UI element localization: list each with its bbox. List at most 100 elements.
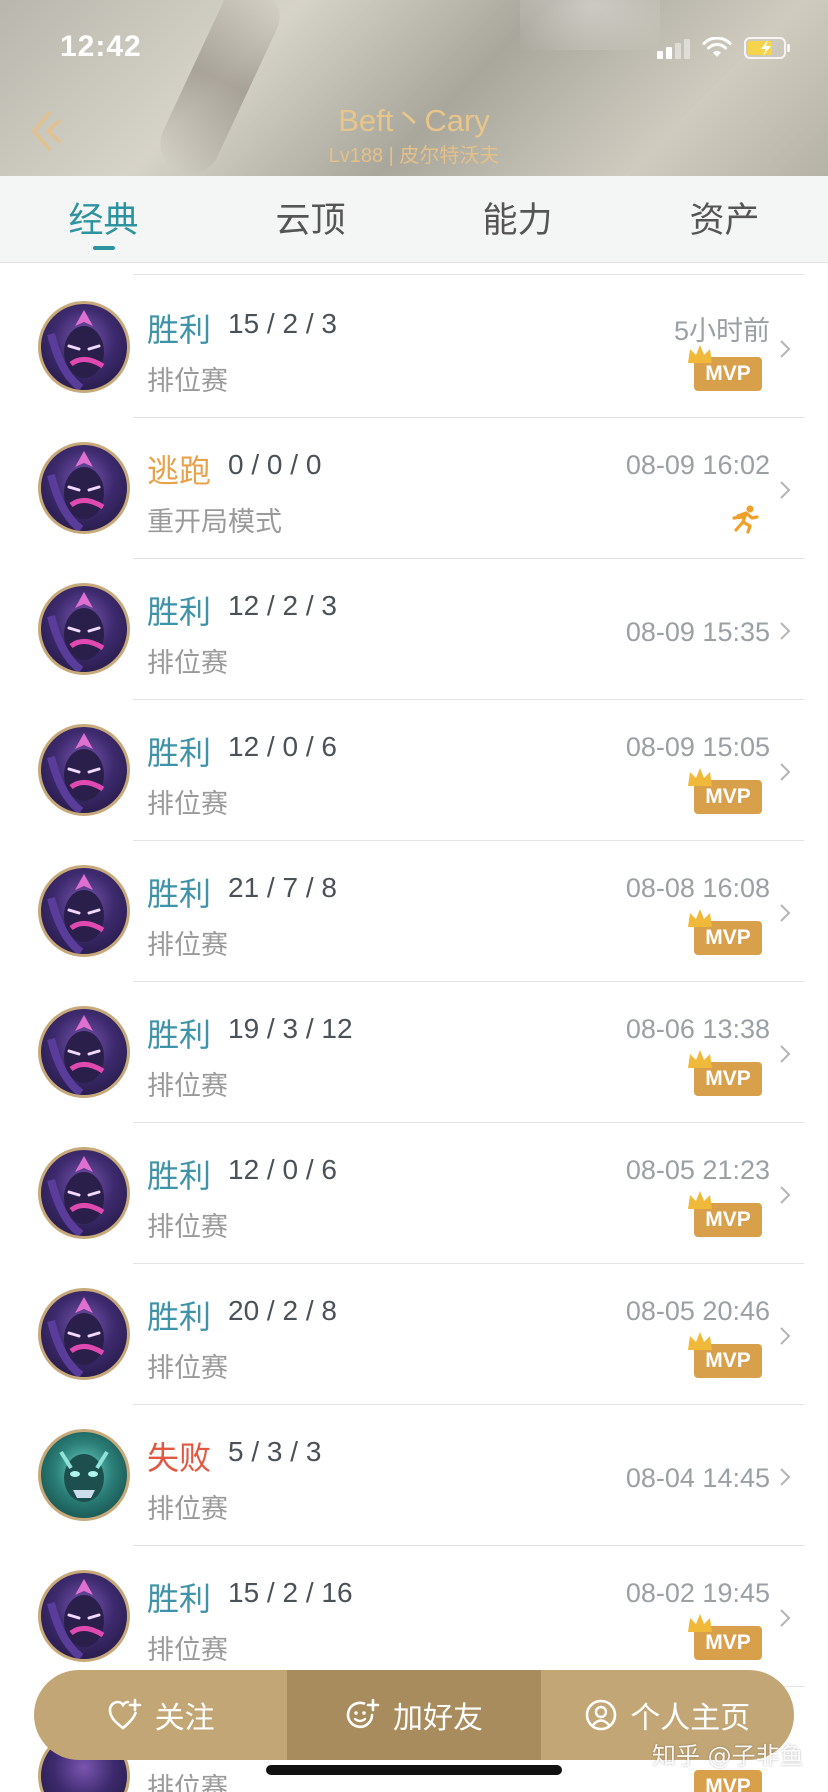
match-time: 08-05 21:23 [625, 1155, 770, 1185]
chevron-right-icon [780, 340, 791, 358]
match-row[interactable]: 逃跑 0 / 0 / 0 重开局模式 08-09 16:02 [0, 418, 828, 559]
add-friend-label: 加好友 [392, 1701, 483, 1736]
match-mode: 排位赛 [147, 648, 228, 679]
match-result: 胜利 [147, 311, 212, 349]
match-time: 08-02 19:45 [625, 1578, 770, 1608]
match-result: 胜利 [147, 1016, 212, 1054]
match-time: 08-05 20:46 [625, 1296, 770, 1326]
match-kda: 15 / 2 / 3 [228, 308, 337, 339]
match-time: 08-04 14:45 [625, 1463, 770, 1493]
cellular-signal-icon [657, 37, 690, 59]
chevron-right-icon [780, 1327, 791, 1345]
champion-avatar [38, 1147, 130, 1239]
active-tab-indicator [92, 246, 115, 250]
match-kda: 21 / 7 / 8 [228, 872, 337, 903]
champion-avatar [38, 442, 130, 534]
match-kda: 15 / 2 / 16 [228, 1577, 353, 1608]
match-kda: 0 / 0 / 0 [228, 449, 322, 480]
match-kda: 12 / 0 / 6 [228, 1154, 337, 1185]
crown-icon [688, 1191, 712, 1209]
match-mode: 排位赛 [147, 366, 228, 397]
champion-avatar [38, 1570, 130, 1662]
chevron-right-icon [780, 904, 791, 922]
home-indicator[interactable] [266, 1765, 562, 1775]
mvp-badge: MVP [688, 1332, 762, 1378]
match-row[interactable]: 胜利 19 / 3 / 12 排位赛 08-06 13:38 MVP [0, 982, 828, 1123]
follow-button[interactable]: 关注 [34, 1670, 287, 1760]
crown-icon [688, 1614, 712, 1632]
match-mode: 排位赛 [147, 1353, 228, 1384]
watermark: 知乎 @子非鱼 [652, 1742, 804, 1770]
mvp-badge: MVP [688, 768, 762, 814]
mvp-badge: MVP [694, 1770, 762, 1792]
crown-icon [688, 909, 712, 927]
battery-icon [744, 36, 792, 60]
match-row[interactable]: 胜利 20 / 2 / 8 排位赛 08-05 20:46 MVP [0, 1264, 828, 1405]
chevron-right-icon [780, 1609, 791, 1627]
match-row[interactable]: 胜利 12 / 0 / 6 排位赛 08-09 15:05 MVP [0, 700, 828, 841]
match-result: 胜利 [147, 1298, 212, 1336]
add-friend-button[interactable]: 加好友 [287, 1670, 541, 1760]
header-background-glow [520, 0, 660, 50]
match-kda: 12 / 0 / 6 [228, 731, 337, 762]
chevron-right-icon [780, 622, 791, 640]
match-kda: 19 / 3 / 12 [228, 1013, 353, 1044]
tab-label: 能力 [482, 201, 553, 241]
tab-ability[interactable]: 能力 [414, 176, 621, 262]
profile-header: 12:42 Beft丶Cary Lv188 | 皮尔特沃夫 [0, 0, 828, 176]
champion-avatar [38, 1288, 130, 1380]
match-result: 胜利 [147, 593, 212, 631]
wifi-icon [702, 37, 732, 59]
match-kda: 20 / 2 / 8 [228, 1295, 337, 1326]
user-circle-icon [586, 1699, 617, 1731]
match-row[interactable]: 胜利 21 / 7 / 8 排位赛 08-08 16:08 MVP [0, 841, 828, 982]
heart-plus-icon [108, 1698, 141, 1730]
match-mode: 排位赛 [147, 1773, 228, 1792]
match-mode: 排位赛 [147, 930, 228, 961]
chevron-right-icon [780, 1186, 791, 1204]
mvp-badge: MVP [688, 1050, 762, 1096]
match-mode: 排位赛 [147, 1071, 228, 1102]
match-row[interactable]: 胜利 12 / 2 / 3 排位赛 08-09 15:35 [0, 559, 828, 700]
smile-plus-icon [346, 1698, 380, 1729]
chevron-right-icon [780, 1468, 791, 1486]
tab-assets[interactable]: 资产 [621, 176, 828, 262]
tab-label: 资产 [689, 201, 760, 241]
match-result: 失败 [147, 1439, 212, 1477]
mvp-badge: MVP [688, 909, 762, 955]
tab-bar: 经典 云顶 能力 资产 [0, 176, 828, 263]
match-row[interactable]: 胜利 15 / 2 / 16 排位赛 08-02 19:45 MVP [0, 1546, 828, 1687]
match-time: 08-08 16:08 [625, 873, 770, 903]
champion-avatar [38, 583, 130, 675]
champion-avatar [38, 865, 130, 957]
match-kda: 5 / 3 / 3 [228, 1436, 322, 1467]
champion-avatar [38, 301, 130, 393]
tab-classic[interactable]: 经典 [0, 176, 207, 262]
match-time: 08-09 16:02 [625, 450, 770, 480]
match-result: 胜利 [147, 1157, 212, 1195]
tab-tft[interactable]: 云顶 [207, 176, 414, 262]
match-row[interactable]: 胜利 15 / 2 / 3 排位赛 5小时前 MVP [0, 277, 828, 418]
mvp-badge: MVP [688, 1614, 762, 1660]
tab-label: 云顶 [275, 201, 346, 241]
match-mode: 排位赛 [147, 1494, 228, 1525]
match-mode: 排位赛 [147, 1635, 228, 1666]
match-time: 08-09 15:35 [625, 617, 770, 647]
crown-icon [688, 768, 712, 786]
match-mode: 排位赛 [147, 1212, 228, 1243]
match-kda: 12 / 2 / 3 [228, 590, 337, 621]
running-person-icon [732, 505, 759, 534]
match-result: 胜利 [147, 734, 212, 772]
crown-icon [688, 1332, 712, 1350]
match-row[interactable]: 失败 5 / 3 / 3 排位赛 08-04 14:45 [0, 1405, 828, 1546]
match-row[interactable]: 胜利 12 / 0 / 6 排位赛 08-05 21:23 MVP [0, 1123, 828, 1264]
chevron-right-icon [780, 481, 791, 499]
player-level-region: Lv188 | 皮尔特沃夫 [328, 145, 500, 167]
champion-avatar [38, 1429, 130, 1521]
mvp-badge: MVP [688, 345, 762, 391]
match-time: 08-09 15:05 [625, 732, 770, 762]
status-bar-time: 12:42 [60, 30, 142, 63]
follow-label: 关注 [154, 1701, 215, 1736]
profile-label: 个人主页 [630, 1701, 751, 1736]
match-result: 胜利 [147, 1580, 212, 1618]
